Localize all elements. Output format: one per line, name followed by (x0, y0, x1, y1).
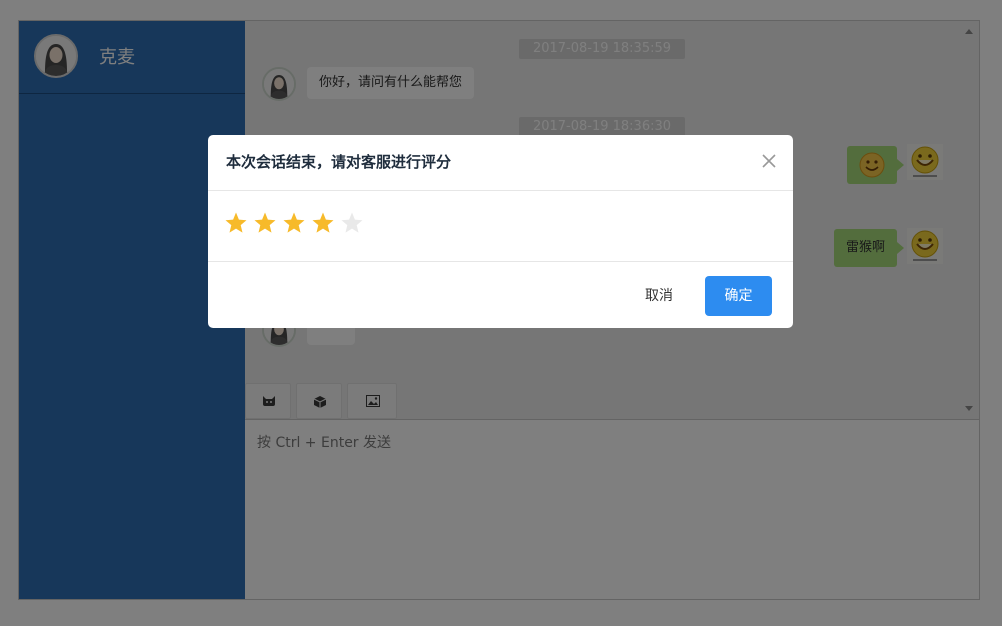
star-icon[interactable] (282, 211, 306, 235)
cancel-button[interactable]: 取消 (630, 276, 688, 316)
star-icon[interactable] (340, 211, 364, 235)
dialog-title: 本次会话结束，请对客服进行评分 (226, 153, 452, 171)
divider (208, 261, 793, 262)
rating-dialog: 本次会话结束，请对客服进行评分 取消 确定 (208, 135, 793, 328)
star-icon[interactable] (253, 211, 277, 235)
divider (208, 190, 793, 191)
confirm-button[interactable]: 确定 (705, 276, 772, 316)
star-icon[interactable] (224, 211, 248, 235)
star-icon[interactable] (311, 211, 335, 235)
close-icon[interactable] (761, 153, 777, 169)
